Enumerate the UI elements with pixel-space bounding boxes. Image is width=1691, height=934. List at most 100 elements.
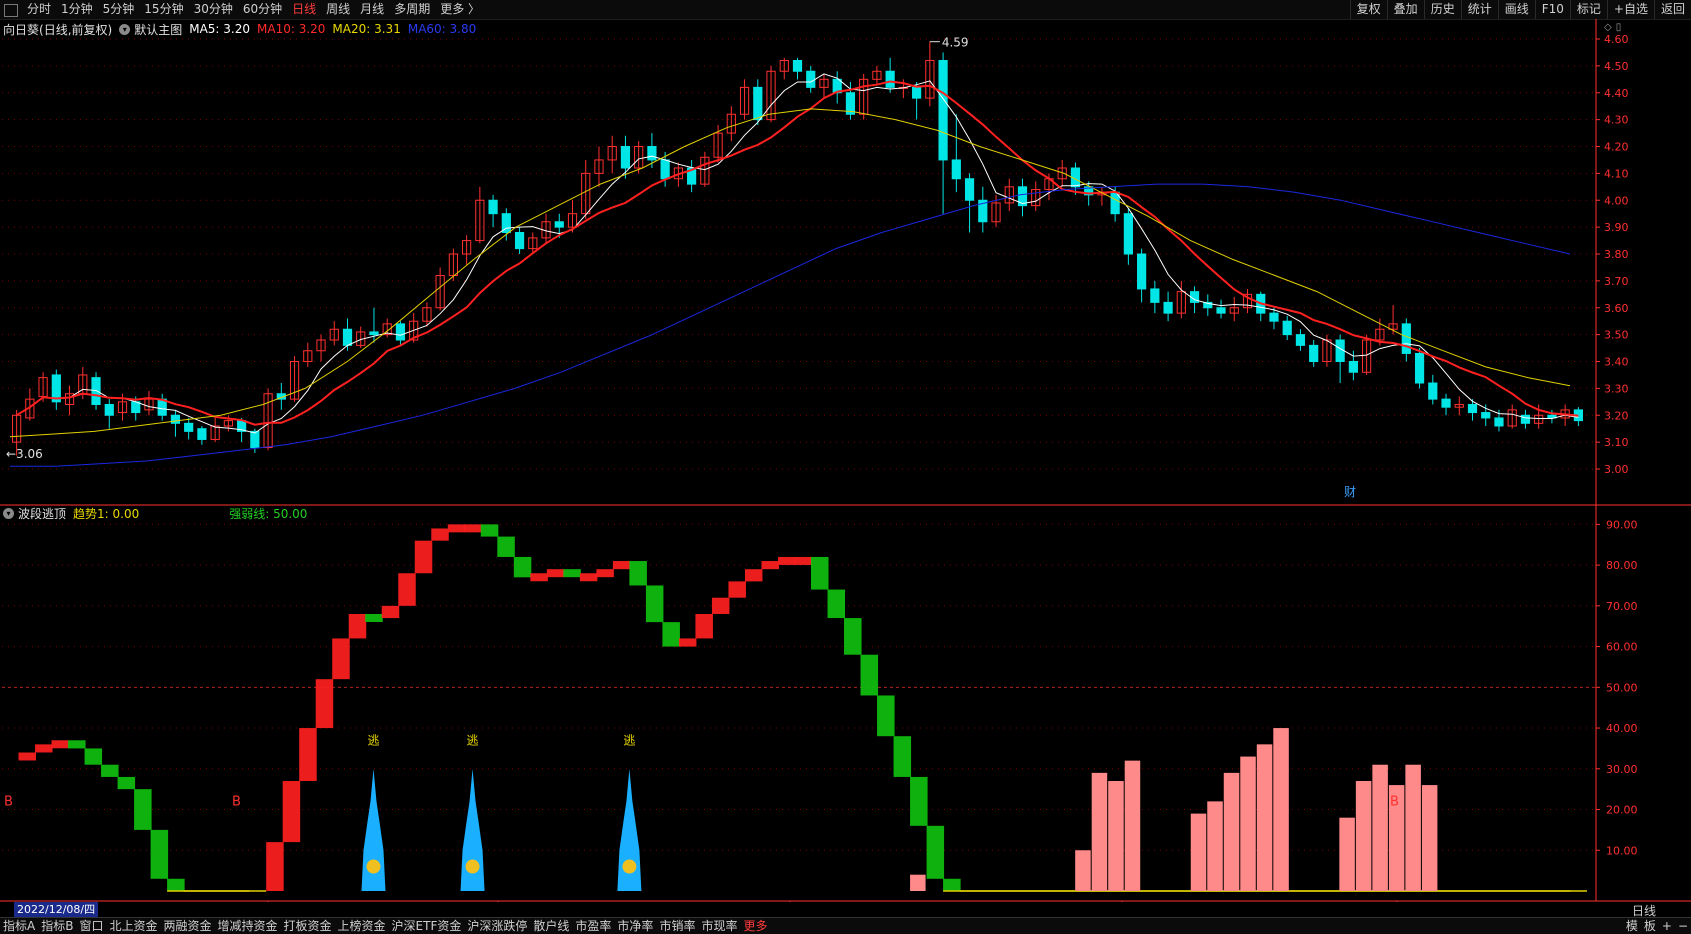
price-tick-label: 3.10 [1604,436,1629,449]
bottom-right-controls: 模 板 + − [1623,918,1691,934]
tab-northbound[interactable]: 北上资金 [106,918,160,934]
wave-up-block [546,569,565,578]
candle-body [1467,404,1478,414]
candle-body [1137,253,1147,290]
indicator-menu-icon[interactable]: ▾ [3,507,14,519]
buy-label: B [4,794,13,809]
candle-body [488,199,498,215]
tab-list-funds[interactable]: 上榜资金 [335,918,389,934]
template-menu-icon[interactable]: ▾ [119,23,131,35]
strength-bar [1108,781,1124,891]
period-tab-15min[interactable]: 15分钟 [139,0,188,19]
candle-body [620,146,631,169]
zoom-in-button[interactable]: + [1659,918,1675,934]
tool-return[interactable]: 返回 [1653,0,1691,19]
buy-label: B [232,794,241,809]
wave-down-block [497,536,515,557]
template-button[interactable]: 模 [1623,918,1641,934]
diamond-icon[interactable]: ◇ [1604,22,1612,33]
period-tab-multi[interactable]: 多周期 [389,0,435,19]
tab-margin[interactable]: 两融资金 [160,918,214,934]
wave-up-block [51,740,70,749]
tool-f10[interactable]: F10 [1534,0,1570,19]
tab-limit-updown[interactable]: 沪深涨跌停 [464,918,530,934]
period-tab-weekly[interactable]: 周线 [321,0,355,19]
period-tab-more[interactable]: 更多 〉 [435,0,485,19]
tool-add-watchlist[interactable]: +自选 [1606,0,1654,19]
candle-body [197,428,207,440]
period-tab-5min[interactable]: 5分钟 [98,0,140,19]
ma60-value: MA60: 3.80 [407,22,477,36]
candle-body [1428,382,1438,400]
wave-up-block [447,524,466,533]
wave-up-block [464,524,482,533]
period-tab-minute[interactable]: 分时 [22,0,56,19]
tab-pcf[interactable]: 市现率 [698,918,740,934]
period-tab-daily[interactable]: 日线 [287,0,321,19]
price-tick-label: 3.00 [1604,463,1629,476]
strength-bar [1256,744,1273,891]
zoom-out-button[interactable]: − [1675,918,1691,934]
wave-down-block [877,695,895,737]
period-tab-30min[interactable]: 30分钟 [189,0,238,19]
sub-tick-label: 80.00 [1606,559,1638,572]
layout-icon[interactable]: ▯ [1616,22,1622,33]
period-tab-1min[interactable]: 1分钟 [56,0,98,19]
tool-stats[interactable]: 统计 [1460,0,1498,19]
wave-up-block [794,556,813,565]
price-tick-label: 3.20 [1604,409,1629,422]
candle-body [1494,417,1504,427]
template-name[interactable]: 默认主图 [134,21,182,38]
price-tick-label: 3.50 [1604,329,1629,342]
sub-tick-label: 90.00 [1606,518,1638,531]
tab-retail-line[interactable]: 散户线 [530,918,572,934]
tab-pe[interactable]: 市盈率 [572,918,614,934]
tab-indicator-b[interactable]: 指标B [38,918,76,934]
tab-pb[interactable]: 市净率 [614,918,656,934]
wave-up-block [381,605,400,619]
tab-etf-funds[interactable]: 沪深ETF资金 [389,918,465,934]
wave-up-block [530,573,548,582]
wave-down-block [134,789,152,830]
stock-name[interactable]: 向日葵 [3,21,39,38]
strength-bar [1240,756,1256,891]
ma20-value: MA20: 3.31 [332,22,401,36]
sub-tick-label: 10.00 [1606,844,1638,857]
sub-tick-label: 50.00 [1606,681,1638,694]
sub-tick-label: 30.00 [1606,763,1638,776]
indicator-header: ▾ 波段逃顶 趋势1: 0.00 强弱线: 50.00 [3,504,314,522]
tool-history[interactable]: 历史 [1423,0,1461,19]
kline-chart[interactable]: 4.60 4.50 4.40 4.30 4.20 4.10 4.00 3.90 3.80 3.70… [0,19,1691,902]
tab-indicator-a[interactable]: 指标A [0,918,38,934]
wave-up-block [18,752,37,761]
tool-fuquan[interactable]: 复权 [1349,0,1387,19]
ma5-line [16,73,1579,434]
wave-down-block [365,613,383,622]
price-tick-label: 4.40 [1604,87,1629,100]
tool-draw[interactable]: 画线 [1497,0,1535,19]
back-arrow-icon[interactable] [4,4,18,17]
panel-button[interactable]: 板 [1641,918,1659,934]
strength-bar [1421,785,1438,891]
period-tab-monthly[interactable]: 月线 [355,0,389,19]
wave-up-block [744,569,763,582]
price-tick-label: 3.30 [1604,382,1629,395]
sub-tick-label: 40.00 [1606,722,1638,735]
tab-more[interactable]: 更多 [740,918,770,934]
tab-limit-funds[interactable]: 打板资金 [281,918,335,934]
wave-up-block [711,597,730,614]
price-tick-label: 3.70 [1604,275,1629,288]
indicator-name[interactable]: 波段逃顶 [18,505,66,522]
escape-label: 逃 [623,733,635,747]
tab-holdings-change[interactable]: 增减持资金 [215,918,281,934]
tool-overlay[interactable]: 叠加 [1386,0,1424,19]
tab-window[interactable]: 窗口 [76,918,106,934]
tool-mark[interactable]: 标记 [1569,0,1607,19]
wave-up-block [414,540,433,574]
strength-bar [1075,850,1091,891]
wave-up-block [596,569,614,578]
tab-ps[interactable]: 市销率 [656,918,698,934]
candle-body [1481,412,1491,419]
period-tab-60min[interactable]: 60分钟 [238,0,287,19]
date-label: 2022/12/08/四 [14,902,99,917]
